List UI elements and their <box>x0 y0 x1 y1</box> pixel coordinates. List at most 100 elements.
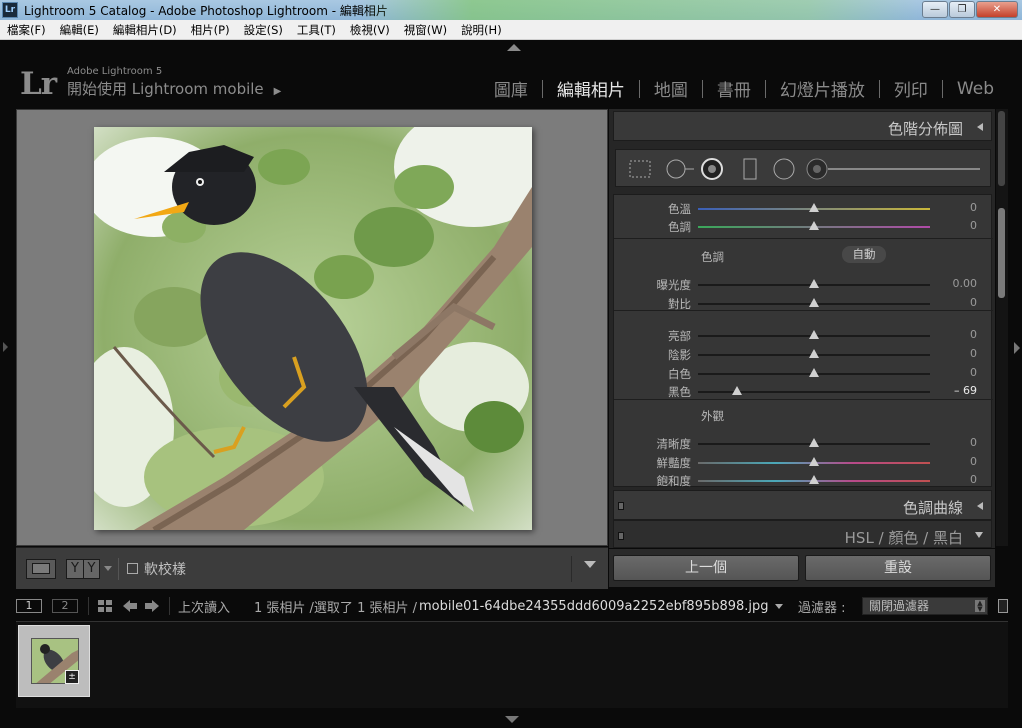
expand-triangle-icon <box>975 532 983 538</box>
histogram-title: 色階分佈圖 <box>887 120 963 138</box>
filename: mobile01-64dbe24355ddd6009a2252ebf895b89… <box>418 598 769 614</box>
forward-arrow-icon[interactable] <box>143 599 161 613</box>
close-button[interactable]: ✕ <box>976 1 1018 18</box>
toolbar-options-dropdown-icon[interactable] <box>584 561 596 568</box>
histogram-header[interactable]: 色階分佈圖 <box>613 111 992 141</box>
slider-value[interactable]: 0 <box>970 473 977 486</box>
slider-value[interactable]: 0 <box>970 219 977 232</box>
panel-switch-icon[interactable] <box>618 502 624 510</box>
source-label[interactable]: 上次讀入 <box>178 597 230 616</box>
slider-knob[interactable] <box>809 457 819 466</box>
mobile-promo-label: 開始使用 Lightroom mobile <box>67 80 264 98</box>
slider-knob[interactable] <box>809 475 819 484</box>
slider-label: 黑色 <box>668 385 691 399</box>
before-after-button[interactable]: Y Y <box>66 558 100 579</box>
slider-value[interactable]: 0 <box>970 436 977 449</box>
slider-knob[interactable] <box>809 221 819 230</box>
grid-view-icon[interactable] <box>97 599 115 613</box>
slider-value[interactable]: 0 <box>970 455 977 468</box>
module-web[interactable]: Web <box>943 79 1008 99</box>
product-name: Adobe Lightroom 5 <box>67 66 163 77</box>
tone-curve-header[interactable]: 色調曲線 <box>613 490 992 520</box>
slider-value[interactable]: 0 <box>970 296 977 309</box>
minimize-button[interactable]: — <box>922 1 948 18</box>
slider-knob[interactable] <box>809 203 819 212</box>
menu-help[interactable]: 說明(H) <box>454 22 509 38</box>
slider-knob[interactable] <box>809 368 819 377</box>
filter-select[interactable]: 關閉過濾器 ▲ ▼ <box>862 597 988 615</box>
filter-lock-icon[interactable] <box>998 599 1008 613</box>
module-book[interactable]: 書冊 <box>703 76 765 101</box>
back-arrow-icon[interactable] <box>121 599 139 613</box>
module-slideshow[interactable]: 幻燈片播放 <box>766 76 879 101</box>
panel-switch-icon[interactable] <box>618 532 624 540</box>
maximize-button[interactable]: ❐ <box>949 1 975 18</box>
slider-row: 飽和度 0 <box>614 471 993 489</box>
graduated-filter-icon[interactable] <box>740 158 760 180</box>
slider-row: 鮮豔度 0 <box>614 453 993 471</box>
radial-filter-icon[interactable] <box>772 158 796 180</box>
crop-overlay-icon[interactable] <box>628 158 652 180</box>
softproof-checkbox[interactable] <box>127 563 138 574</box>
collapse-top-panel-arrow-icon[interactable] <box>507 44 521 51</box>
collapse-bottom-panel-arrow-icon[interactable] <box>505 716 519 723</box>
lr-logo: Lr <box>20 66 57 102</box>
menu-edit[interactable]: 編輯(E) <box>53 22 106 38</box>
image-toolbar: Y Y 軟校樣 <box>16 547 608 589</box>
collapse-left-panel-arrow-icon[interactable] <box>3 342 8 352</box>
slider-value[interactable]: 0 <box>970 201 977 214</box>
secondary-window-button[interactable]: 2 <box>52 599 78 613</box>
hsl-header[interactable]: HSL / 顏色 / 黑白 <box>613 520 992 548</box>
spot-removal-icon[interactable] <box>664 158 696 180</box>
adjustment-brush-icon[interactable] <box>806 158 982 180</box>
menu-develop[interactable]: 編輯相片(D) <box>106 22 184 38</box>
menu-photo[interactable]: 相片(P) <box>184 22 237 38</box>
before-after-dropdown-icon[interactable] <box>104 566 112 571</box>
auto-tone-button[interactable]: 自動 <box>842 246 886 263</box>
slider-value[interactable]: 0 <box>970 328 977 341</box>
loupe-view-button[interactable] <box>26 558 56 579</box>
menu-settings[interactable]: 設定(S) <box>237 22 290 38</box>
filmstrip-thumbnail-cell[interactable]: ± <box>18 625 90 697</box>
module-library[interactable]: 圖庫 <box>480 76 542 101</box>
photo-canvas[interactable] <box>16 109 608 546</box>
slider-row: 亮部 0 <box>614 326 993 344</box>
slider-knob[interactable] <box>809 298 819 307</box>
lightroom-window: Lr Lightroom 5 Catalog - Adobe Photoshop… <box>0 0 1022 728</box>
previous-button[interactable]: 上一個 <box>613 555 799 581</box>
menu-view[interactable]: 檢視(V) <box>343 22 397 38</box>
menu-tools[interactable]: 工具(T) <box>290 22 343 38</box>
module-map[interactable]: 地圖 <box>640 76 702 101</box>
slider-knob[interactable] <box>809 349 819 358</box>
filename-dropdown-icon[interactable] <box>774 603 783 609</box>
title-bar: Lr Lightroom 5 Catalog - Adobe Photoshop… <box>0 0 1022 20</box>
menu-bar: 檔案(F) 編輯(E) 編輯相片(D) 相片(P) 設定(S) 工具(T) 檢視… <box>0 20 1022 40</box>
menu-window[interactable]: 視窗(W) <box>397 22 454 38</box>
slider-knob[interactable] <box>732 386 743 395</box>
mobile-promo[interactable]: 開始使用 Lightroom mobile ▶ <box>67 78 281 99</box>
slider-knob[interactable] <box>809 438 819 447</box>
panel-scrollbar-thumb[interactable] <box>998 208 1005 298</box>
reset-button[interactable]: 重設 <box>805 555 991 581</box>
slider-knob[interactable] <box>809 330 819 339</box>
slider-value[interactable]: 0 <box>970 366 977 379</box>
red-eye-icon[interactable] <box>700 158 724 180</box>
slider-value[interactable]: 0.00 <box>953 277 978 290</box>
window-controls: — ❐ ✕ <box>922 1 1018 18</box>
menu-file[interactable]: 檔案(F) <box>0 22 53 38</box>
collapse-right-panel-arrow-icon[interactable] <box>1014 342 1020 354</box>
slider-row: 色溫 0 <box>614 199 993 217</box>
slider-value[interactable]: – 69 <box>954 384 977 397</box>
tool-strip <box>615 149 991 187</box>
slider-label: 曝光度 <box>656 278 692 292</box>
module-develop[interactable]: 編輯相片 <box>543 76 639 101</box>
module-print[interactable]: 列印 <box>880 76 942 101</box>
filter-value: 關閉過濾器 <box>869 599 930 613</box>
primary-window-button[interactable]: 1 <box>16 599 42 613</box>
lightroom-app-icon: Lr <box>2 2 18 18</box>
photo-preview[interactable] <box>94 127 532 530</box>
slider-knob[interactable] <box>809 279 819 288</box>
filmstrip-navigation: 1 2 上次讀入 1 張相片 /選取了 1 張相片 / mobile01-64d… <box>0 594 1022 618</box>
slider-value[interactable]: 0 <box>970 347 977 360</box>
slider-label: 陰影 <box>668 348 691 362</box>
